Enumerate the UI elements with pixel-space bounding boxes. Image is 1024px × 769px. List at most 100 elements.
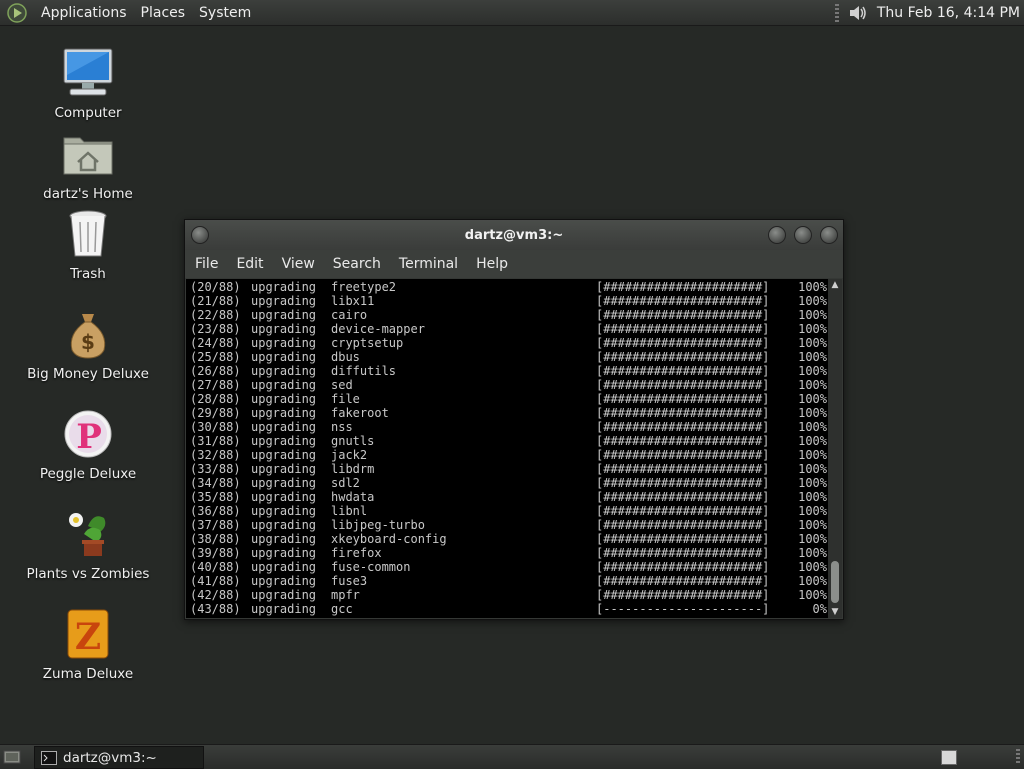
progress-percent: 100% [798, 406, 827, 420]
window-titlebar[interactable]: dartz@vm3:~ [185, 220, 843, 250]
menu-search[interactable]: Search [323, 256, 389, 272]
maximize-button[interactable] [794, 226, 812, 244]
line-action: upgrading [251, 378, 317, 392]
line-action: upgrading [251, 602, 317, 616]
line-action: upgrading [251, 462, 317, 476]
places-menu[interactable]: Places [134, 5, 193, 21]
scroll-down-arrow-icon[interactable]: ▼ [828, 606, 842, 618]
progress-bar-text: [######################] [596, 294, 770, 308]
line-action: upgrading [251, 350, 317, 364]
progress-percent: 100% [798, 336, 827, 350]
line-action: upgrading [251, 574, 317, 588]
progress-percent: 100% [798, 546, 827, 560]
distro-logo-icon[interactable] [6, 2, 28, 24]
window-menu-button[interactable] [191, 226, 209, 244]
line-counter: (43/88) [190, 602, 241, 616]
line-counter: (28/88) [190, 392, 241, 406]
desktop-icon-label: Plants vs Zombies [26, 566, 150, 582]
line-counter: (32/88) [190, 448, 241, 462]
panel-grip-handle[interactable] [834, 3, 839, 22]
progress-bar-text: [######################] [596, 490, 770, 504]
progress-percent: 100% [798, 574, 827, 588]
show-desktop-icon[interactable] [3, 748, 21, 766]
terminal-scrollbar[interactable]: ▲ ▼ [828, 279, 842, 618]
system-menu[interactable]: System [192, 5, 258, 21]
line-action: upgrading [251, 336, 317, 350]
taskbar-item-label: dartz@vm3:~ [63, 749, 157, 766]
desktop-icon-label: Zuma Deluxe [42, 666, 134, 682]
menu-view[interactable]: View [272, 256, 323, 272]
progress-bar-text: [######################] [596, 308, 770, 322]
scroll-up-arrow-icon[interactable]: ▲ [828, 279, 842, 291]
progress-bar-text: [######################] [596, 350, 770, 364]
package-name: sed [331, 378, 353, 392]
menu-file[interactable]: File [185, 256, 226, 272]
package-name: gnutls [331, 434, 375, 448]
line-counter: (42/88) [190, 588, 241, 602]
terminal-output[interactable]: (20/88) upgrading freetype2 [##############… [186, 279, 828, 618]
progress-bar-text: [######################] [596, 322, 770, 336]
progress-bar-text: [######################] [596, 574, 770, 588]
package-name: nss [331, 420, 353, 434]
desktop-icon-peggle[interactable]: P Peggle Deluxe [18, 406, 158, 482]
clock[interactable]: Thu Feb 16, 4:14 PM [877, 5, 1020, 21]
volume-icon[interactable] [847, 2, 869, 24]
progress-percent: 100% [798, 588, 827, 602]
desktop-icon-computer[interactable]: Computer [18, 45, 158, 121]
package-name: file [331, 392, 360, 406]
terminal-menubar: File Edit View Search Terminal Help [185, 250, 843, 278]
package-name: fakeroot [331, 406, 389, 420]
package-name: hwdata [331, 490, 375, 504]
desktop-icon-plants-vs-zombies[interactable]: Plants vs Zombies [18, 506, 158, 582]
close-button[interactable] [820, 226, 838, 244]
taskbar-item-terminal[interactable]: dartz@vm3:~ [34, 746, 204, 769]
home-folder-icon [63, 137, 113, 175]
progress-percent: 100% [798, 476, 827, 490]
line-action: upgrading [251, 294, 317, 308]
line-action: upgrading [251, 588, 317, 602]
line-action: upgrading [251, 420, 317, 434]
line-counter: (39/88) [190, 546, 241, 560]
workspace-switcher[interactable] [941, 750, 957, 765]
package-name: xkeyboard-config [331, 532, 447, 546]
package-name: fuse-common [331, 560, 411, 574]
package-name: device-mapper [331, 322, 425, 336]
menu-help[interactable]: Help [466, 256, 516, 272]
line-action: upgrading [251, 560, 317, 574]
money-bag-icon: $ [70, 314, 106, 359]
peggle-icon: P [64, 410, 112, 458]
package-name: dbus [331, 350, 360, 364]
progress-percent: 100% [798, 392, 827, 406]
desktop-icon-label: Peggle Deluxe [39, 466, 137, 482]
line-counter: (40/88) [190, 560, 241, 574]
scrollbar-thumb[interactable] [831, 561, 839, 603]
progress-percent: 100% [798, 420, 827, 434]
progress-percent: 100% [798, 280, 827, 294]
window-title: dartz@vm3:~ [464, 227, 564, 243]
applications-menu[interactable]: Applications [34, 5, 134, 21]
package-name: libnl [331, 504, 368, 518]
line-counter: (22/88) [190, 308, 241, 322]
menu-terminal[interactable]: Terminal [389, 256, 466, 272]
package-name: mpfr [331, 588, 360, 602]
desktop-icon-home[interactable]: dartz's Home [18, 126, 158, 202]
menu-edit[interactable]: Edit [226, 256, 271, 272]
desktop-icon-zuma[interactable]: Z Zuma Deluxe [18, 606, 158, 682]
progress-percent: 100% [798, 490, 827, 504]
desktop-icon-trash[interactable]: Trash [18, 206, 158, 282]
progress-percent: 100% [798, 308, 827, 322]
desktop-icon-big-money[interactable]: $ Big Money Deluxe [18, 306, 158, 382]
line-action: upgrading [251, 532, 317, 546]
package-name: libjpeg-turbo [331, 518, 425, 532]
package-name: cairo [331, 308, 368, 322]
progress-bar-text: [######################] [596, 588, 770, 602]
line-counter: (27/88) [190, 378, 241, 392]
panel-grip-handle[interactable] [1016, 749, 1020, 765]
progress-bar-text: [######################] [596, 560, 770, 574]
progress-bar-text: [######################] [596, 546, 770, 560]
top-panel: Applications Places System Thu Feb 16, 4… [0, 0, 1024, 26]
package-name: diffutils [331, 364, 397, 378]
minimize-button[interactable] [768, 226, 786, 244]
svg-text:P: P [76, 417, 102, 457]
line-counter: (29/88) [190, 406, 241, 420]
